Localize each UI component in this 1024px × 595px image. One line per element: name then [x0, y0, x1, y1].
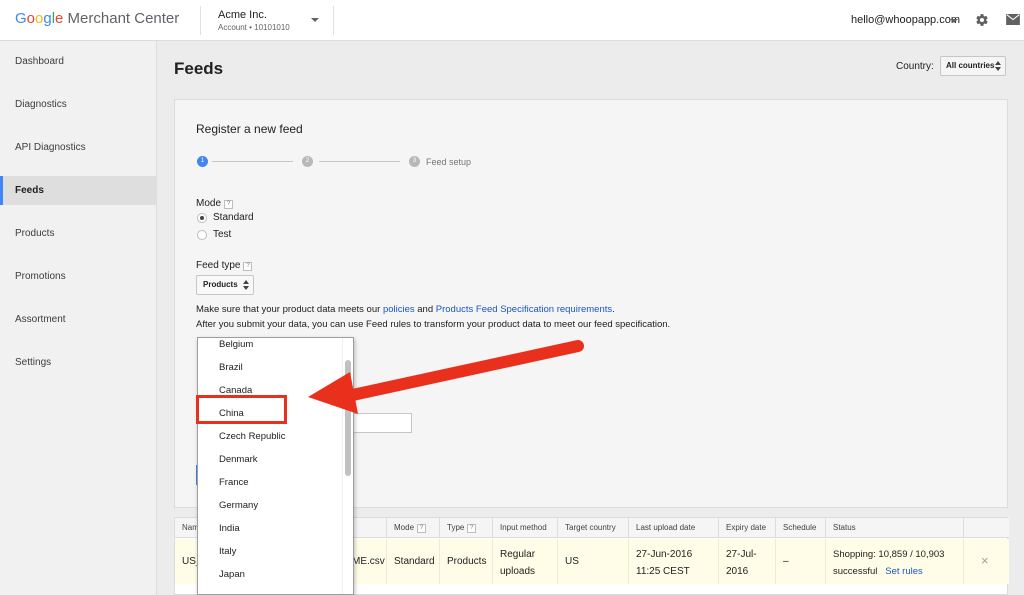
step-1-indicator: 1 [197, 156, 208, 167]
col-header-expiry: Expiry date [719, 518, 776, 538]
col-header-mode-text: Mode [394, 523, 415, 532]
logo-product-name: Merchant Center [63, 10, 180, 27]
help-icon[interactable]: ? [224, 200, 234, 209]
feed-input-method: Regular uploads [493, 539, 558, 584]
page-title: Feeds [174, 59, 224, 78]
step-3-indicator: 3 [409, 156, 420, 167]
input-method-line-1: Regular [500, 549, 536, 560]
dropdown-option-india[interactable]: India [198, 517, 343, 540]
feed-target-country: US [558, 539, 629, 584]
col-header-type: Type? [440, 518, 493, 538]
annotation-highlight-box [196, 395, 287, 424]
feed-type-label-text: Feed type [196, 260, 241, 271]
feed-last-upload: 27-Jun-2016 11:25 CEST [629, 539, 719, 584]
annotation-arrow [308, 340, 584, 414]
country-filter-select[interactable]: All countries [940, 56, 1006, 76]
feed-expiry: 27-Jul- 2016 [719, 539, 776, 584]
header-divider [333, 6, 334, 35]
top-bar: Google Merchant Center Acme Inc. Account… [0, 0, 1024, 41]
feed-mode: Standard [387, 539, 440, 584]
account-dropdown-icon[interactable] [311, 18, 319, 22]
sidebar-item-assortment[interactable]: Assortment [0, 305, 157, 334]
step-connector [319, 161, 400, 162]
sidebar-item-dashboard[interactable]: Dashboard [0, 47, 157, 76]
dropdown-option-japan[interactable]: Japan [198, 563, 343, 586]
merchant-center-logo[interactable]: Google Merchant Center [15, 10, 179, 27]
feed-type: Products [440, 539, 493, 584]
col-header-status: Status [826, 518, 964, 538]
step-3-label: Feed setup [426, 157, 472, 167]
help-icon[interactable]: ? [417, 524, 427, 533]
account-switcher[interactable]: Acme Inc. Account • 10101010 [218, 9, 290, 32]
set-rules-link[interactable]: Set rules [885, 566, 923, 577]
feed-schedule: – [776, 539, 826, 584]
policy-text-1: Make sure that your product data meets o… [196, 304, 383, 315]
status-line-2: successful Set rules [833, 563, 963, 580]
sidebar-item-promotions[interactable]: Promotions [0, 262, 157, 291]
header-divider [200, 6, 201, 35]
policy-text-2: and [414, 304, 436, 315]
col-header-last-upload: Last upload date [629, 518, 719, 538]
account-id: Account • 10101010 [218, 23, 290, 32]
logo-letter-1: G [15, 10, 27, 27]
input-method-line-2: uploads [500, 566, 536, 577]
mode-standard-label[interactable]: Standard [213, 212, 254, 223]
feed-rules-info-text: After you submit your data, you can use … [196, 319, 671, 330]
step-2-indicator: 2 [302, 156, 313, 167]
sidebar: Dashboard Diagnostics API Diagnostics Fe… [0, 41, 157, 595]
dropdown-option-germany[interactable]: Germany [198, 494, 343, 517]
expiry-line-1: 27-Jul- [726, 549, 757, 560]
country-filter-value: All countries [946, 61, 995, 70]
mail-icon[interactable] [1006, 14, 1020, 25]
logo-letter-2: o [26, 10, 36, 27]
sidebar-item-diagnostics[interactable]: Diagnostics [0, 90, 157, 119]
mode-label: Mode? [196, 198, 234, 209]
step-connector [212, 161, 293, 162]
col-header-input-method: Input method [493, 518, 558, 538]
policies-link[interactable]: policies [383, 304, 415, 315]
mode-test-label[interactable]: Test [213, 229, 231, 240]
close-icon[interactable]: × [981, 553, 989, 568]
status-line-1: Shopping: 10,859 / 10,903 [833, 549, 945, 560]
help-icon[interactable]: ? [243, 262, 253, 271]
select-arrows-icon [995, 61, 1001, 71]
expiry-line-2: 2016 [726, 566, 749, 577]
feed-type-select[interactable]: Products [196, 275, 254, 295]
gear-icon[interactable] [975, 13, 989, 27]
last-upload-date: 27-Jun-2016 [636, 549, 693, 560]
register-feed-title: Register a new feed [196, 122, 303, 136]
feed-type-label: Feed type? [196, 260, 253, 271]
mode-standard-radio[interactable] [197, 213, 207, 223]
feed-type-value: Products [203, 280, 238, 289]
mode-test-radio[interactable] [197, 230, 207, 240]
sidebar-item-settings[interactable]: Settings [0, 348, 157, 377]
country-filter-label: Country: [896, 61, 934, 72]
select-arrows-icon [243, 280, 249, 290]
mode-label-text: Mode [196, 198, 222, 209]
logo-letter-4: g [43, 10, 52, 27]
feed-status: Shopping: 10,859 / 10,903 successful Set … [826, 539, 964, 584]
col-header-schedule: Schedule [776, 518, 826, 538]
col-header-target-country: Target country [558, 518, 629, 538]
user-email[interactable]: hello@whoopapp.com [851, 14, 960, 26]
dropdown-option-italy[interactable]: Italy [198, 540, 343, 563]
policy-info-text: Make sure that your product data meets o… [196, 304, 615, 315]
sidebar-item-api-diagnostics[interactable]: API Diagnostics [0, 133, 157, 162]
help-icon[interactable]: ? [467, 524, 477, 533]
col-header-actions [964, 518, 1009, 538]
col-header-type-text: Type [447, 523, 465, 532]
last-upload-time: 11:25 CEST [636, 566, 690, 577]
dropdown-option-czech-republic[interactable]: Czech Republic [198, 425, 343, 448]
feed-spec-link[interactable]: Products Feed Specification requirements [436, 304, 612, 315]
policy-text-3: . [612, 304, 615, 315]
sidebar-item-feeds[interactable]: Feeds [0, 176, 157, 205]
account-name: Acme Inc. [218, 9, 267, 21]
sidebar-item-products[interactable]: Products [0, 219, 157, 248]
status-successful: successful [833, 566, 878, 577]
col-header-mode: Mode? [387, 518, 440, 538]
dropdown-option-france[interactable]: France [198, 471, 343, 494]
dropdown-option-denmark[interactable]: Denmark [198, 448, 343, 471]
user-dropdown-icon[interactable] [950, 19, 958, 23]
